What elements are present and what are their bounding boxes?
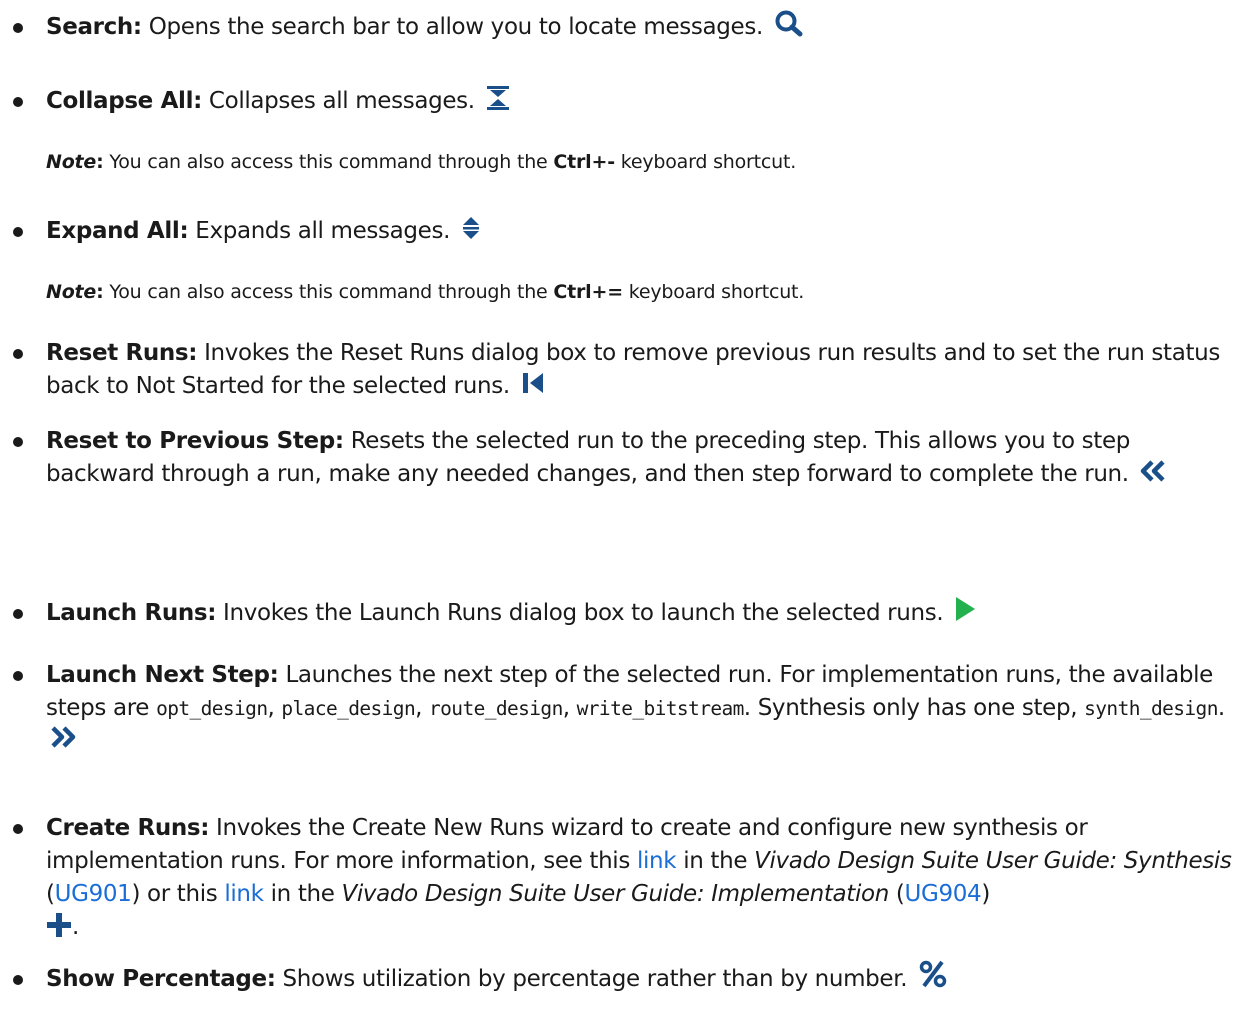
list-item-expand-all: Expand All: Expands all messages. (13, 215, 1241, 248)
code-route-design: route_design (429, 697, 563, 720)
list-item-launch-next-step: Launch Next Step: Launches the next step… (13, 659, 1241, 758)
desc-launch-next-step-cont: . Synthesis only has one step, (743, 695, 1085, 721)
note-text-end: keyboard shortcut. (622, 281, 805, 303)
list-item-search: Search: Opens the search bar to allow yo… (13, 9, 1241, 44)
text: ) or this (131, 881, 225, 907)
desc-reset-runs: Invokes the Reset Runs dialog box to rem… (46, 340, 1220, 399)
note-text-end: keyboard shortcut. (614, 151, 797, 173)
shortcut-ctrl-minus: Ctrl+- (553, 151, 615, 173)
separator: , (267, 695, 282, 721)
percent-icon (918, 960, 948, 988)
term-search: Search: (46, 14, 142, 40)
code-write-bitstream: write_bitstream (576, 697, 745, 720)
list-item-show-percentage: Show Percentage: Shows utilization by pe… (13, 960, 1241, 996)
desc-launch-runs: Invokes the Launch Runs dialog box to la… (216, 600, 944, 626)
list-item-reset-runs: Reset Runs: Invokes the Reset Runs dialo… (13, 337, 1241, 403)
text: ( (888, 881, 905, 907)
list-item-collapse-all: Collapse All: Collapses all messages. (13, 85, 1241, 118)
code-opt-design: opt_design (156, 697, 268, 720)
separator: , (562, 695, 577, 721)
note-text: You can also access this command through… (103, 151, 554, 173)
term-reset-previous-step: Reset to Previous Step: (46, 428, 344, 454)
term-expand-all: Expand All: (46, 218, 189, 244)
term-create-runs: Create Runs: (46, 815, 210, 841)
note-expand-all: Note: You can also access this command t… (46, 279, 1236, 305)
double-chevron-left-icon (1140, 459, 1166, 482)
code-synth-design: synth_design (1084, 697, 1218, 720)
link-synthesis-guide[interactable]: link (637, 848, 677, 874)
double-chevron-right-icon (50, 725, 76, 748)
text: ) (981, 881, 990, 907)
title-synthesis-guide: Vivado Design Suite User Guide: Synthesi… (754, 848, 1232, 874)
shortcut-ctrl-equals: Ctrl+= (553, 281, 623, 303)
list-item-launch-runs: Launch Runs: Invokes the Launch Runs dia… (13, 596, 1241, 630)
note-colon: : (96, 151, 104, 173)
term-reset-runs: Reset Runs: (46, 340, 198, 366)
link-implementation-guide[interactable]: link (224, 881, 264, 907)
link-ug904[interactable]: UG904 (905, 881, 982, 907)
note-label: Note (46, 281, 97, 303)
expand-all-icon (461, 215, 481, 241)
text: ( (46, 881, 55, 907)
title-implementation-guide: Vivado Design Suite User Guide: Implemen… (341, 881, 889, 907)
code-place-design: place_design (281, 697, 416, 720)
term-collapse-all: Collapse All: (46, 88, 202, 114)
desc-show-percentage: Shows utilization by percentage rather t… (275, 966, 908, 992)
note-collapse-all: Note: You can also access this command t… (46, 149, 1236, 175)
period: . (72, 914, 79, 940)
note-text: You can also access this command through… (103, 281, 554, 303)
desc-expand-all: Expands all messages. (188, 218, 451, 244)
term-launch-next-step: Launch Next Step: (46, 662, 279, 688)
link-ug901[interactable]: UG901 (55, 881, 132, 907)
text: in the (676, 848, 755, 874)
term-show-percentage: Show Percentage: (46, 966, 276, 992)
collapse-all-icon (486, 85, 510, 111)
period: . (1217, 695, 1225, 721)
plus-icon (46, 912, 72, 938)
separator: , (415, 695, 430, 721)
magnifier-icon (774, 9, 804, 37)
text: in the (263, 881, 342, 907)
reset-runs-icon (521, 371, 545, 395)
desc-collapse-all: Collapses all messages. (201, 88, 475, 114)
note-colon: : (96, 281, 104, 303)
list-item-create-runs: Create Runs: Invokes the Create New Runs… (13, 812, 1241, 944)
note-label: Note (46, 151, 97, 173)
play-icon (954, 596, 976, 622)
list-item-reset-previous-step: Reset to Previous Step: Resets the selec… (13, 425, 1241, 491)
desc-search: Opens the search bar to allow you to loc… (141, 14, 764, 40)
term-launch-runs: Launch Runs: (46, 600, 217, 626)
